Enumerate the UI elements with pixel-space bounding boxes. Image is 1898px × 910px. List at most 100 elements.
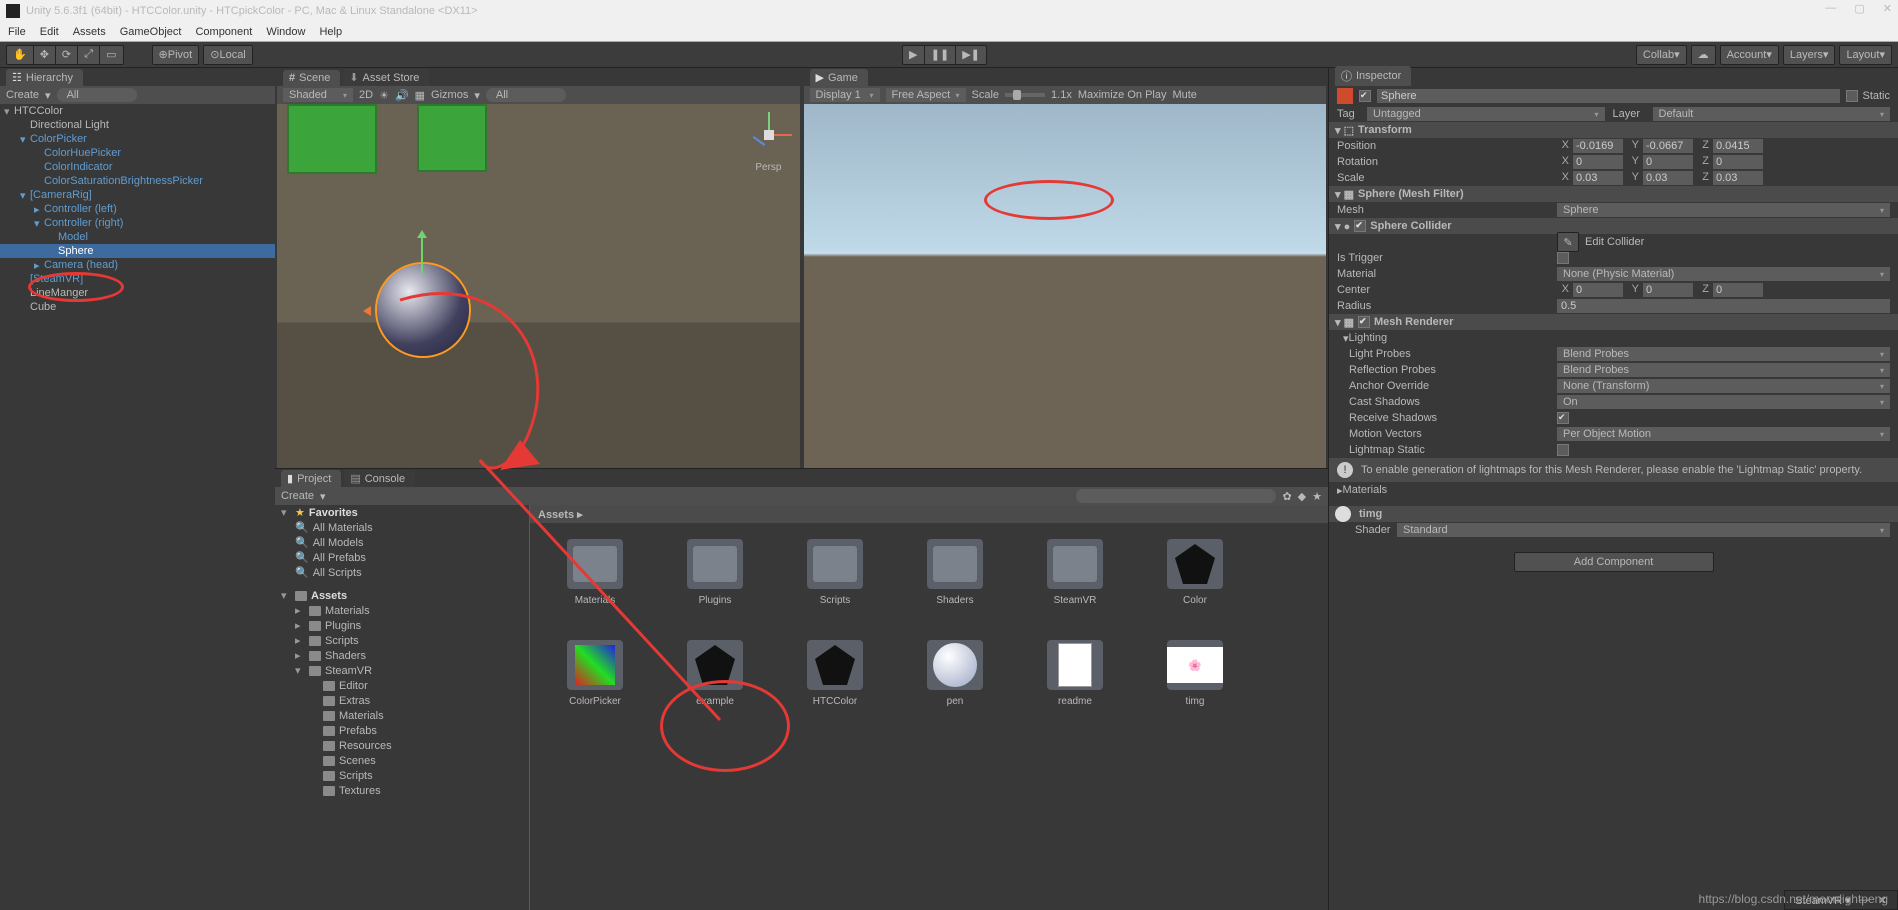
game-render[interactable]	[804, 104, 1327, 468]
gameobject-name[interactable]	[1377, 89, 1840, 103]
scene-audio-icon[interactable]: 🔊	[395, 89, 409, 102]
tree-item[interactable]: Materials	[275, 708, 529, 723]
pos-z[interactable]	[1713, 139, 1763, 153]
inspector-tab[interactable]: ⓘ Inspector	[1335, 66, 1411, 86]
game-maximize[interactable]: Maximize On Play	[1078, 89, 1167, 101]
layers-button[interactable]: Layers ▾	[1783, 45, 1836, 65]
hierarchy-row[interactable]: ColorSaturationBrightnessPicker	[0, 174, 275, 188]
tree-item[interactable]: Textures	[275, 783, 529, 798]
search-save-icon[interactable]: ★	[1312, 490, 1322, 503]
radius-field[interactable]	[1557, 299, 1890, 313]
tree-item[interactable]: Resources	[275, 738, 529, 753]
game-scale-slider[interactable]	[1005, 93, 1045, 97]
hierarchy-row[interactable]: ColorHuePicker	[0, 146, 275, 160]
hierarchy-row[interactable]: ▾[CameraRig]	[0, 188, 275, 202]
scl-y[interactable]	[1643, 171, 1693, 185]
menu-window[interactable]: Window	[266, 26, 305, 38]
cloud-button[interactable]: ☁	[1691, 45, 1716, 65]
tree-item[interactable]: ▸Scripts	[275, 633, 529, 648]
assets-header[interactable]: Assets	[311, 590, 347, 602]
scene-2d[interactable]: 2D	[359, 89, 373, 101]
gameobject-enabled[interactable]	[1359, 90, 1371, 102]
game-display[interactable]: Display 1	[810, 88, 880, 102]
local-button[interactable]: ⊙ Local	[203, 45, 253, 65]
asset-grid[interactable]: MaterialsPluginsScriptsShadersSteamVRCol…	[530, 523, 1328, 910]
hierarchy-row[interactable]: LineManger	[0, 286, 275, 300]
hierarchy-row[interactable]: ▾ColorPicker	[0, 132, 275, 146]
game-aspect[interactable]: Free Aspect	[886, 88, 966, 102]
orientation-gizmo[interactable]	[744, 110, 792, 158]
static-checkbox[interactable]	[1846, 90, 1858, 102]
hierarchy-tab[interactable]: ☷ Hierarchy	[6, 69, 83, 86]
asset-item[interactable]: HTCColor	[800, 640, 870, 707]
menu-help[interactable]: Help	[319, 26, 342, 38]
asset-item[interactable]: Plugins	[680, 539, 750, 606]
menu-gameobject[interactable]: GameObject	[120, 26, 182, 38]
hierarchy-row[interactable]: ▾Controller (right)	[0, 216, 275, 230]
tree-item[interactable]: Prefabs	[275, 723, 529, 738]
fav-item[interactable]: All Scripts	[313, 567, 362, 579]
add-component-button[interactable]: Add Component	[1514, 552, 1714, 572]
project-search[interactable]	[1076, 489, 1276, 503]
anchor-dd[interactable]: None (Transform)	[1557, 379, 1890, 393]
layout-button[interactable]: Layout ▾	[1839, 45, 1892, 65]
rot-z[interactable]	[1713, 155, 1763, 169]
menu-component[interactable]: Component	[195, 26, 252, 38]
asset-item[interactable]: readme	[1040, 640, 1110, 707]
transform-header[interactable]: ▾ ⬚ Transform	[1329, 122, 1898, 138]
hierarchy-create[interactable]: Create	[6, 89, 39, 101]
physmat-field[interactable]: None (Physic Material)	[1557, 267, 1890, 281]
menu-file[interactable]: File	[8, 26, 26, 38]
hierarchy-row[interactable]: ▸Controller (left)	[0, 202, 275, 216]
game-view[interactable]: ▶ Game Display 1 Free Aspect Scale 1.1x …	[804, 68, 1327, 468]
window-min[interactable]: —	[1825, 2, 1836, 15]
meshrenderer-header[interactable]: ▾ ▦ Mesh Renderer	[1329, 314, 1898, 330]
tree-item[interactable]: ▸Plugins	[275, 618, 529, 633]
asset-item[interactable]: Scripts	[800, 539, 870, 606]
meshfilter-header[interactable]: ▾ ▦ Sphere (Mesh Filter)	[1329, 186, 1898, 202]
motionvec-dd[interactable]: Per Object Motion	[1557, 427, 1890, 441]
scl-x[interactable]	[1573, 171, 1623, 185]
scene-view[interactable]: # Scene ⬇ Asset Store Shaded 2D ☀ 🔊 ▦ Gi…	[277, 68, 800, 468]
tree-item[interactable]: Editor	[275, 678, 529, 693]
fav-item[interactable]: All Materials	[313, 522, 373, 534]
lmstatic-cb[interactable]	[1557, 444, 1569, 456]
project-tab[interactable]: ▮ Project	[281, 470, 341, 487]
asset-item[interactable]: Color	[1160, 539, 1230, 606]
tree-item[interactable]: ▸Shaders	[275, 648, 529, 663]
lightprobes-dd[interactable]: Blend Probes	[1557, 347, 1890, 361]
tag-dropdown[interactable]: Untagged	[1367, 107, 1605, 121]
console-tab[interactable]: ▤ Console	[344, 470, 415, 487]
scl-z[interactable]	[1713, 171, 1763, 185]
asset-item[interactable]: example	[680, 640, 750, 707]
move-tool[interactable]: ✥	[33, 45, 55, 65]
hierarchy-row[interactable]: Model	[0, 230, 275, 244]
reflprobes-dd[interactable]: Blend Probes	[1557, 363, 1890, 377]
rot-y[interactable]	[1643, 155, 1693, 169]
hierarchy-row[interactable]: ColorIndicator	[0, 160, 275, 174]
scene-shaded[interactable]: Shaded	[283, 88, 353, 102]
hierarchy-row[interactable]: Directional Light	[0, 118, 275, 132]
tree-item[interactable]: Scripts	[275, 768, 529, 783]
fav-item[interactable]: All Models	[313, 537, 364, 549]
search-filter-icon[interactable]: ✿	[1282, 490, 1291, 503]
scene-light-icon[interactable]: ☀	[379, 89, 389, 102]
hierarchy-row[interactable]: [SteamVR]	[0, 272, 275, 286]
game-mute[interactable]: Mute	[1172, 89, 1196, 101]
center-y[interactable]	[1643, 283, 1693, 297]
center-z[interactable]	[1713, 283, 1763, 297]
pos-y[interactable]	[1643, 139, 1693, 153]
tree-item[interactable]: Scenes	[275, 753, 529, 768]
scene-gizmos[interactable]: Gizmos	[431, 89, 468, 101]
tree-item[interactable]: Extras	[275, 693, 529, 708]
asset-item[interactable]: ColorPicker	[560, 640, 630, 707]
collab-button[interactable]: Collab ▾	[1636, 45, 1687, 65]
material-header[interactable]: timg	[1329, 506, 1898, 522]
project-tree[interactable]: ▾★Favorites 🔍All Materials 🔍All Models 🔍…	[275, 505, 530, 910]
recvshadow-cb[interactable]	[1557, 412, 1569, 424]
scene-search[interactable]: All	[486, 88, 566, 102]
tree-item[interactable]: SteamVR	[325, 665, 372, 677]
scene-fx-icon[interactable]: ▦	[415, 89, 425, 102]
asset-item[interactable]: Shaders	[920, 539, 990, 606]
trigger-checkbox[interactable]	[1557, 252, 1569, 264]
